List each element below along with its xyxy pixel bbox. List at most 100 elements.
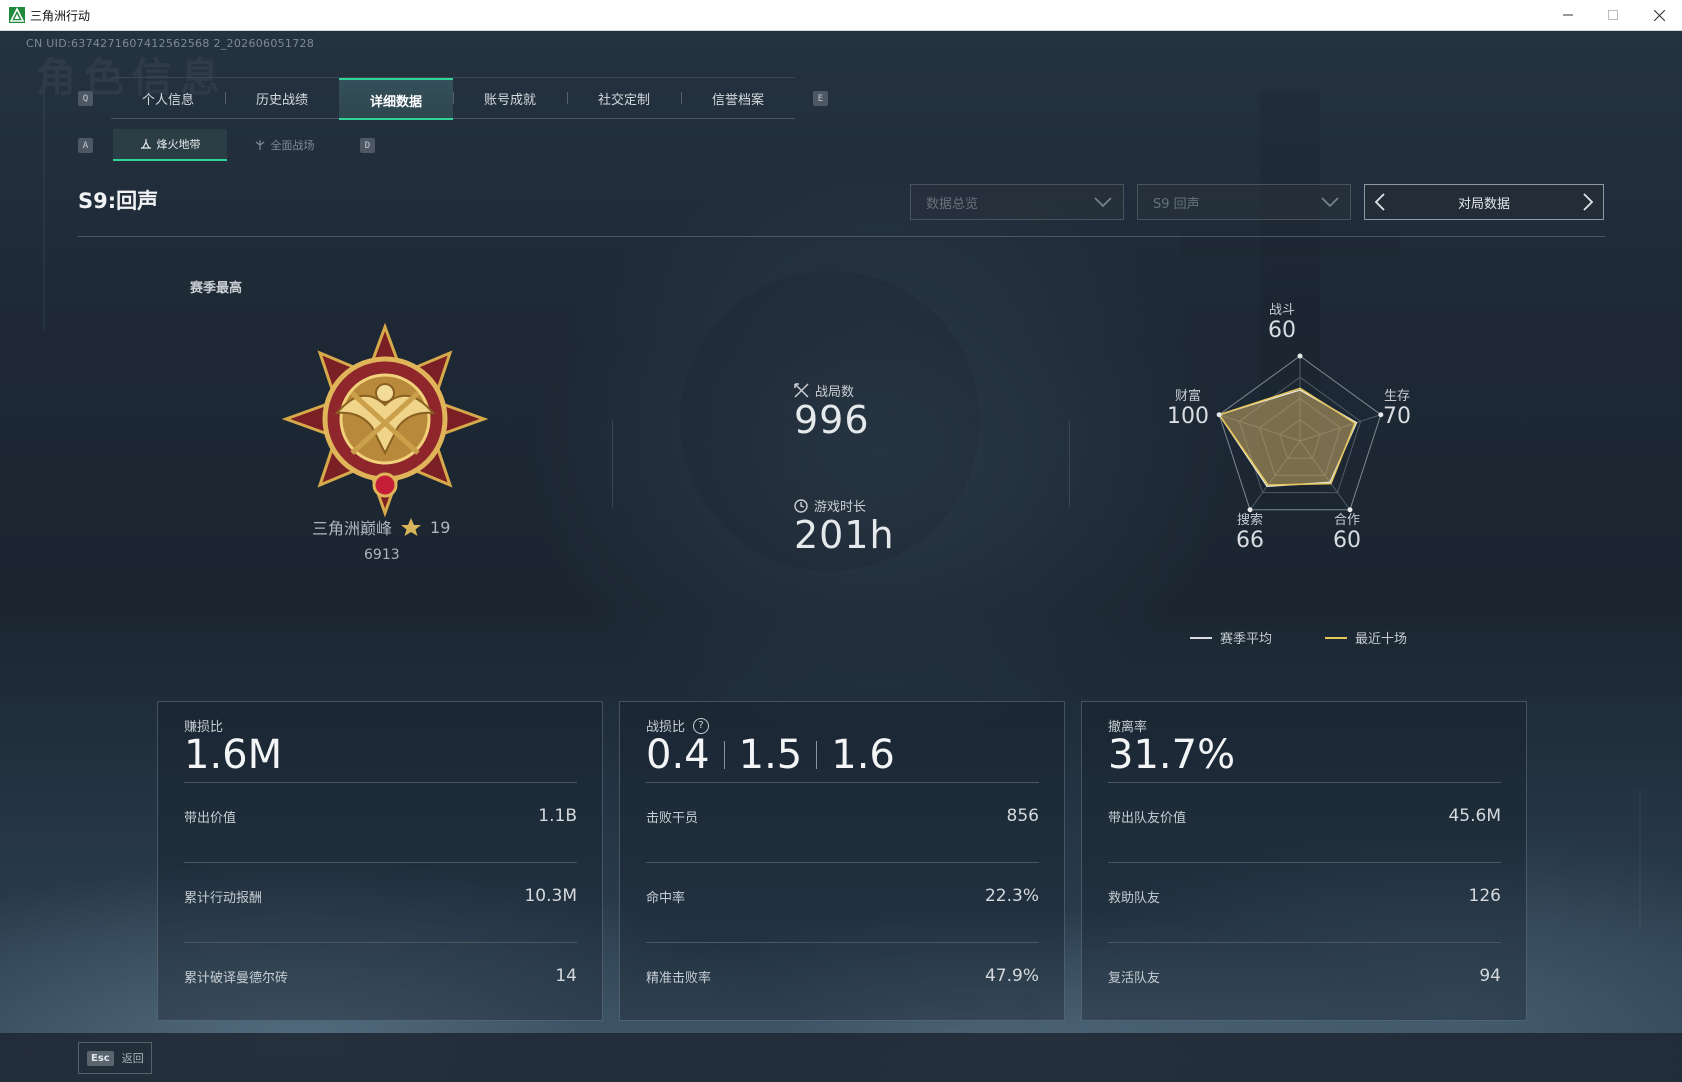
radar-axis-wealth: 财富 100 — [1167, 389, 1209, 429]
column-divider — [1069, 421, 1070, 507]
rank-name-line: 三角洲巅峰 19 — [312, 515, 450, 539]
card-big-value: 31.7% — [1108, 732, 1236, 778]
minimize-button[interactable] — [1545, 0, 1591, 30]
row-divider — [184, 942, 577, 943]
close-button[interactable] — [1636, 0, 1682, 30]
extraction-rate-card: 撤离率 31.7% 带出队友价值 45.6M 救助队友 126 复活队友 94 — [1081, 701, 1527, 1021]
playtime-value: 201h — [794, 513, 895, 557]
key-hint-prev-tab: Q — [78, 91, 93, 106]
header-divider — [78, 236, 1605, 237]
legend-label: 赛季平均 — [1220, 632, 1273, 647]
legend-line-swatch — [1325, 636, 1347, 639]
app-window: 三角洲行动 CN UID:6374271607412562568 2_20260… — [0, 0, 1682, 1082]
legend-label: 最近十场 — [1355, 632, 1408, 647]
back-button[interactable]: Esc 返回 — [78, 1042, 152, 1074]
stat-row: 复活队友 94 — [1108, 966, 1501, 986]
chevron-down-icon — [1094, 197, 1112, 208]
key-hint-next-tab: E — [813, 91, 828, 106]
tab-personal-info[interactable]: 个人信息 — [111, 78, 225, 118]
stat-label: 命中率 — [646, 890, 686, 906]
rank-medal-emblem — [282, 323, 488, 518]
row-divider — [646, 942, 1039, 943]
kd-value: 1.5 — [738, 732, 803, 778]
season-dropdown[interactable]: S9 回声 — [1137, 184, 1351, 220]
rank-stars: 19 — [430, 517, 451, 537]
row-divider — [646, 782, 1039, 783]
tab-achievements[interactable]: 账号成就 — [453, 78, 567, 118]
key-hint-next-subtab: D — [360, 138, 375, 153]
rank-name: 三角洲巅峰 — [312, 519, 393, 538]
profit-loss-card: 赚损比 1.6M 带出价值 1.1B 累计行动报酬 10.3M 累计破译曼德尔砖 14 — [157, 701, 603, 1021]
kd-value: 0.4 — [646, 732, 710, 778]
tab-credit-record[interactable]: 信誉档案 — [681, 78, 795, 118]
card-big-values: 0.4 1.5 1.6 — [646, 732, 895, 778]
matches-stat: 战局数 996 — [794, 381, 870, 442]
kd-value: 1.6 — [831, 732, 895, 778]
radar-vertex-dot — [1216, 412, 1222, 418]
stat-value: 14 — [555, 966, 577, 986]
subtab-hazard-zone-label: 烽火地带 — [156, 138, 201, 151]
stat-row: 击败干员 856 — [646, 806, 1039, 826]
crossed-swords-icon — [794, 383, 809, 398]
chevron-right-icon[interactable] — [1581, 192, 1595, 212]
window-title: 三角洲行动 — [30, 9, 91, 23]
legend-season-average: 赛季平均 — [1190, 628, 1272, 647]
chevron-down-icon — [1321, 197, 1339, 208]
stat-row: 命中率 22.3% — [646, 886, 1039, 906]
stat-label: 带出队友价值 — [1108, 810, 1187, 826]
stat-value: 22.3% — [984, 886, 1039, 906]
stat-label: 精准击败率 — [646, 970, 712, 986]
app-logo-icon — [9, 7, 25, 23]
season-title: S9:回声 — [78, 189, 159, 213]
stat-value: 10.3M — [524, 886, 577, 906]
data-type-dropdown[interactable]: 数据总览 — [910, 184, 1124, 220]
esc-key-hint: Esc — [87, 1050, 114, 1066]
stat-value: 856 — [1006, 806, 1039, 826]
legend-line-swatch — [1190, 636, 1212, 639]
stat-row: 累计破译曼德尔砖 14 — [184, 966, 577, 986]
stat-value: 126 — [1468, 886, 1501, 906]
ability-radar-chart — [1216, 353, 1384, 513]
main-tab-bar: 个人信息 历史战绩 详细数据 账号成就 社交定制 信誉档案 — [111, 77, 795, 120]
radar-axis-combat: 战斗 60 — [1268, 303, 1296, 343]
stat-value: 47.9% — [984, 966, 1039, 986]
subtab-hazard-zone[interactable]: 烽火地带 — [113, 129, 227, 161]
stat-row: 带出队友价值 45.6M — [1108, 806, 1501, 826]
stat-label: 带出价值 — [184, 810, 237, 826]
kill-death-card: 战损比 ? 0.4 1.5 1.6 击败干员 856 命中率 22.3% 精准击败率… — [619, 701, 1065, 1021]
stat-value: 94 — [1479, 966, 1501, 986]
tab-social-custom[interactable]: 社交定制 — [567, 78, 681, 118]
star-icon — [401, 518, 422, 536]
stat-value: 45.6M — [1448, 806, 1501, 826]
radar-vertex-dot — [1297, 353, 1303, 359]
tab-match-history[interactable]: 历史战绩 — [225, 78, 339, 118]
full-war-icon — [255, 140, 264, 150]
maximize-button[interactable] — [1590, 0, 1636, 30]
stat-row: 累计行动报酬 10.3M — [184, 886, 577, 906]
tab-detailed-data[interactable]: 详细数据 — [339, 78, 453, 120]
season-best-label: 赛季最高 — [190, 281, 243, 296]
radar-axis-survival: 生存 70 — [1383, 389, 1411, 429]
stat-value: 1.1B — [538, 806, 577, 826]
radar-axis-search: 搜索 66 — [1236, 513, 1264, 553]
row-divider — [184, 782, 577, 783]
value-separator — [723, 741, 725, 769]
row-divider — [184, 862, 577, 863]
row-divider — [646, 862, 1039, 863]
stat-label: 击败干员 — [646, 810, 699, 826]
rank-points: 6913 — [364, 547, 400, 563]
column-divider — [612, 421, 613, 507]
legend-recent-ten: 最近十场 — [1325, 628, 1407, 647]
stat-row: 带出价值 1.1B — [184, 806, 577, 826]
window-titlebar: 三角洲行动 — [0, 0, 1682, 31]
subtab-full-war[interactable]: 全面战场 — [227, 129, 341, 161]
mode-subtab-bar: 烽火地带 全面战场 — [113, 129, 341, 161]
radar-axis-cooperation: 合作 60 — [1333, 513, 1361, 553]
hazard-zone-icon — [140, 139, 151, 149]
row-divider — [1108, 942, 1501, 943]
stat-label: 复活队友 — [1108, 970, 1161, 986]
pager-label: 对局数据 — [1457, 196, 1510, 212]
data-view-pager: 对局数据 — [1364, 184, 1604, 220]
stat-label: 累计破译曼德尔砖 — [184, 970, 289, 986]
chevron-left-icon[interactable] — [1373, 192, 1387, 212]
